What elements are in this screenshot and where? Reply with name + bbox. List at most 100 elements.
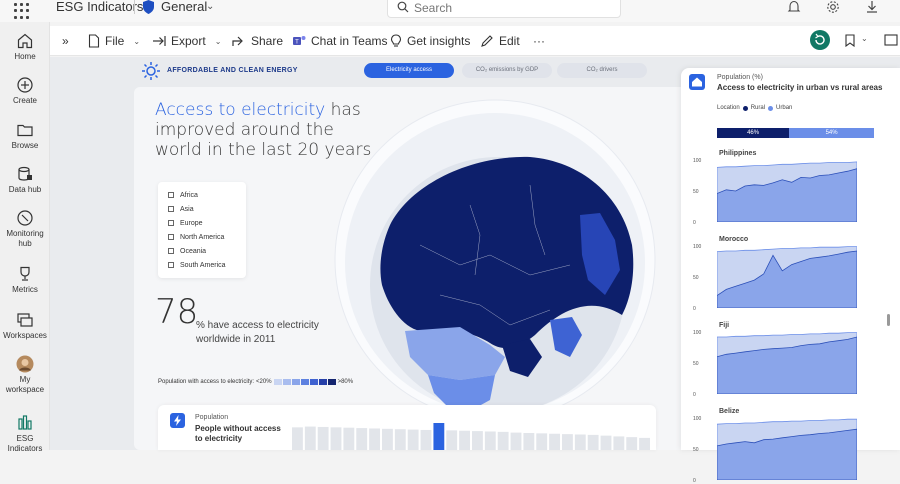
- bar[interactable]: [382, 428, 393, 450]
- nav-browse[interactable]: Browse: [0, 121, 50, 151]
- bar[interactable]: [639, 437, 650, 450]
- report-icon: [18, 415, 32, 430]
- bar[interactable]: [292, 427, 303, 450]
- chevron-down-icon[interactable]: ⌄: [861, 34, 868, 43]
- bar[interactable]: [523, 432, 535, 450]
- nav-metrics[interactable]: Metrics: [0, 265, 50, 295]
- region-option[interactable]: Europe: [168, 216, 246, 230]
- view-icon[interactable]: [884, 34, 898, 46]
- nav-label: Home: [14, 52, 36, 61]
- tab-electricity-access[interactable]: Electricity access: [364, 63, 454, 78]
- tab-co2-drivers[interactable]: CO₂ drivers: [557, 63, 647, 78]
- expand-icon[interactable]: »: [62, 34, 69, 48]
- legend-rural: Rural: [750, 105, 766, 111]
- chevron-down-icon[interactable]: ⌄: [206, 1, 214, 12]
- command-bar: » File ⌄ Export ⌄ Share T Chat in Teams Ge…: [50, 26, 900, 56]
- monitor-icon: [17, 210, 33, 226]
- bar[interactable]: [600, 435, 612, 450]
- chevron-down-icon: ⌄: [214, 36, 222, 46]
- nav-data-hub[interactable]: Data hub: [0, 165, 50, 195]
- bar[interactable]: [433, 423, 445, 450]
- bar[interactable]: [343, 427, 355, 450]
- refresh-icon[interactable]: [810, 30, 830, 50]
- bar[interactable]: [574, 434, 586, 450]
- bar[interactable]: [613, 436, 625, 450]
- get-insights-button[interactable]: Get insights: [390, 34, 470, 48]
- bar[interactable]: [484, 431, 496, 450]
- card-title: People without access to electricity: [195, 424, 281, 443]
- nav-workspaces[interactable]: Workspaces: [0, 311, 50, 341]
- nav-label: Metrics: [12, 285, 38, 294]
- search-box[interactable]: Search: [387, 0, 621, 18]
- checkbox[interactable]: [168, 234, 174, 240]
- sun-icon: [142, 62, 160, 80]
- gear-icon[interactable]: [826, 0, 840, 14]
- app-launcher-icon[interactable]: [14, 3, 30, 19]
- bar[interactable]: [536, 433, 548, 450]
- bar[interactable]: [459, 430, 470, 450]
- axis-tick: 50: [693, 447, 699, 453]
- region-option[interactable]: Oceania: [168, 244, 246, 258]
- bar[interactable]: [446, 430, 458, 450]
- database-icon: [18, 166, 32, 181]
- checkbox[interactable]: [168, 206, 174, 212]
- export-menu[interactable]: Export ⌄: [152, 34, 221, 48]
- plus-circle-icon: [17, 77, 33, 93]
- bar[interactable]: [369, 428, 380, 450]
- bar[interactable]: [510, 432, 522, 450]
- bar[interactable]: [472, 431, 483, 450]
- home-icon: [689, 74, 705, 90]
- bar[interactable]: [304, 426, 316, 450]
- chat-label: Chat in Teams: [311, 34, 388, 48]
- location-legend: Location Rural Urban: [717, 105, 792, 111]
- nav-esg-indicators[interactable]: ESG Indicators: [0, 414, 50, 454]
- region-option[interactable]: Asia: [168, 202, 246, 216]
- bar[interactable]: [356, 428, 368, 450]
- avatar-icon: [16, 355, 34, 373]
- nav-monitoring-hub[interactable]: Monitoring hub: [0, 209, 50, 249]
- pencil-icon: [481, 35, 493, 47]
- nav-my-workspace[interactable]: My workspace: [0, 355, 50, 395]
- more-options-icon[interactable]: ···: [533, 34, 545, 48]
- headline-highlight: Access to electricity: [155, 100, 326, 120]
- checkbox[interactable]: [168, 262, 174, 268]
- shield-icon: [143, 0, 154, 14]
- app-title[interactable]: ESG Indicators: [56, 0, 143, 14]
- axis-tick: 100: [693, 244, 702, 250]
- checkbox[interactable]: [168, 220, 174, 226]
- region-option[interactable]: South America: [168, 258, 246, 272]
- region-option[interactable]: Africa: [168, 188, 246, 202]
- scrollbar[interactable]: [887, 314, 890, 326]
- bookmark-icon[interactable]: [845, 34, 855, 47]
- share-button[interactable]: Share: [232, 34, 283, 48]
- bar[interactable]: [407, 429, 419, 450]
- checkbox[interactable]: [168, 192, 174, 198]
- bar[interactable]: [394, 429, 406, 450]
- bar[interactable]: [626, 437, 638, 450]
- globe-map[interactable]: [330, 95, 660, 430]
- axis-tick: 0: [693, 478, 696, 484]
- report-canvas: AFFORDABLE AND CLEAN ENERGY Electricity …: [50, 57, 900, 484]
- nav-home[interactable]: Home: [0, 32, 50, 62]
- axis-tick: 0: [693, 220, 696, 226]
- bar[interactable]: [330, 427, 342, 450]
- workspace-name[interactable]: General: [161, 0, 207, 14]
- download-icon[interactable]: [865, 0, 879, 14]
- region-option[interactable]: North America: [168, 230, 246, 244]
- bell-icon[interactable]: [787, 0, 801, 14]
- rural-urban-ratio-bar: 46% 54%: [717, 128, 874, 138]
- bar[interactable]: [549, 433, 560, 450]
- bar[interactable]: [587, 434, 599, 450]
- edit-button[interactable]: Edit: [480, 34, 520, 48]
- file-menu[interactable]: File ⌄: [88, 34, 140, 48]
- checkbox[interactable]: [168, 248, 174, 254]
- chat-in-teams-button[interactable]: T Chat in Teams: [292, 34, 387, 48]
- home-icon: [17, 33, 33, 49]
- axis-tick: 0: [693, 392, 696, 398]
- bar[interactable]: [562, 434, 573, 450]
- bar[interactable]: [317, 426, 329, 450]
- bar[interactable]: [497, 431, 509, 450]
- bar[interactable]: [420, 429, 432, 450]
- tab-co2-emissions[interactable]: CO₂ emissions by GDP: [462, 63, 552, 78]
- nav-create[interactable]: Create: [0, 76, 50, 106]
